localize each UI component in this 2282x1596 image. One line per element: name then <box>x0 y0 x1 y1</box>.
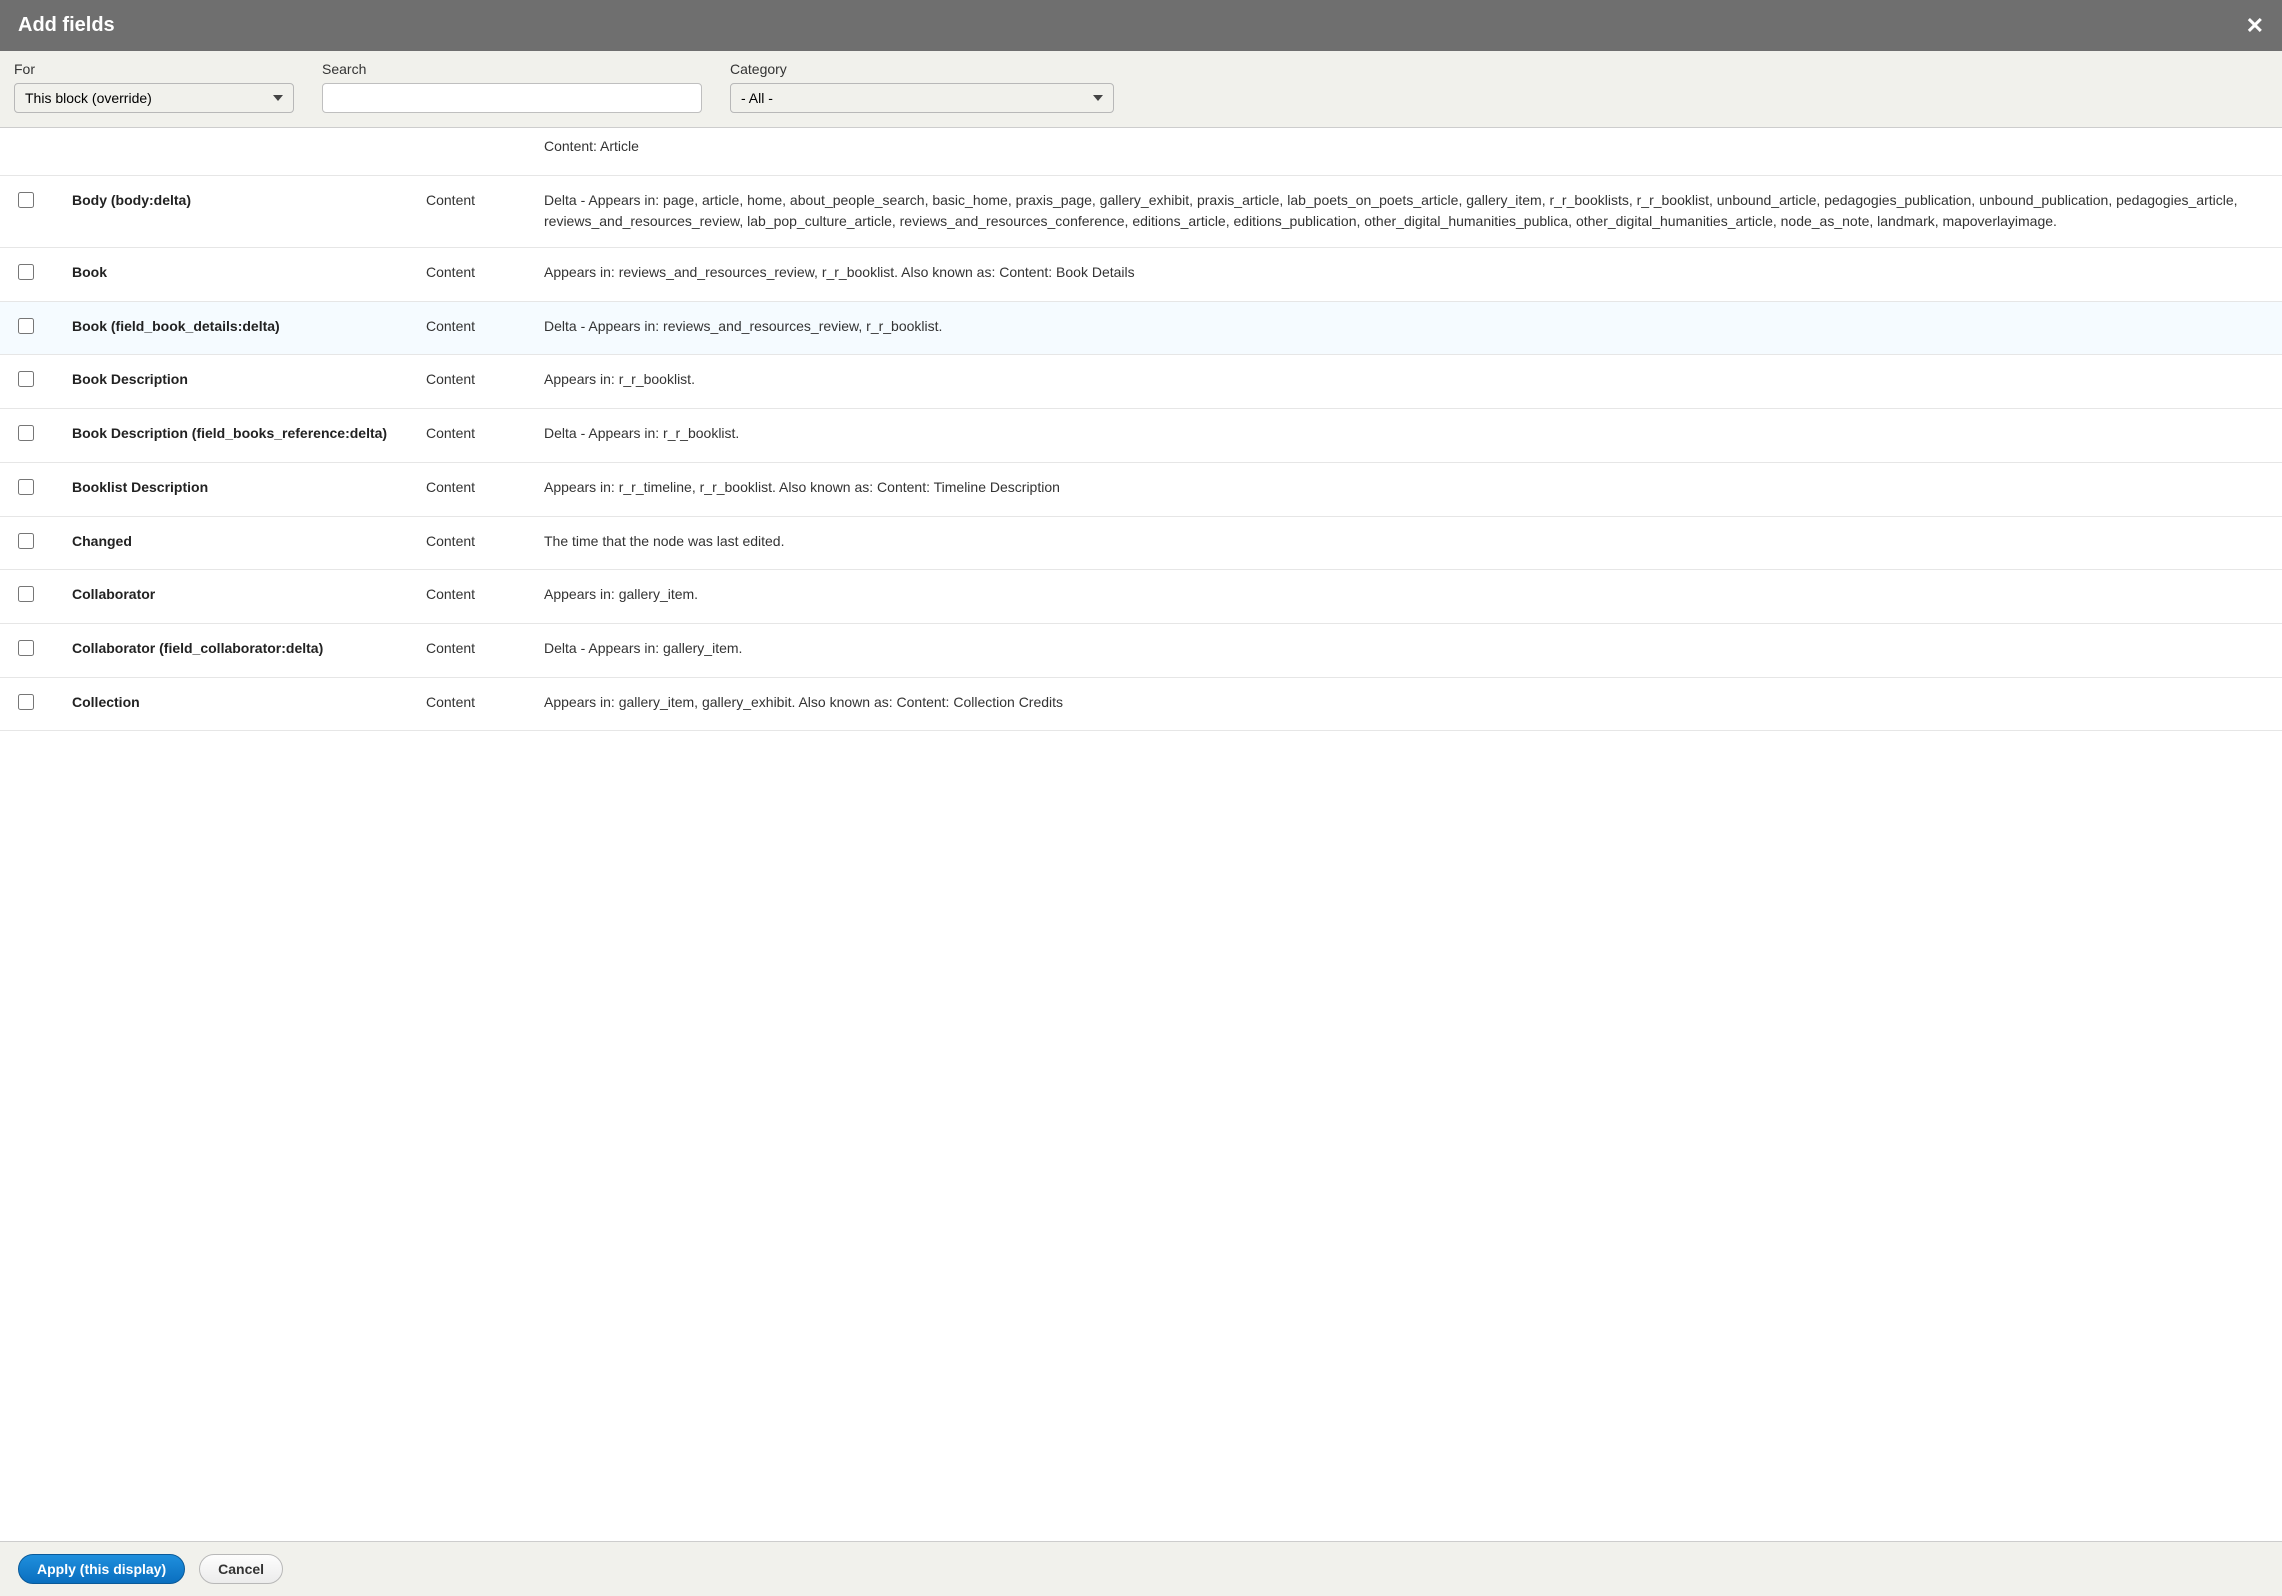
table-row[interactable]: Book DescriptionContentAppears in: r_r_b… <box>0 355 2282 409</box>
for-label: For <box>14 61 294 77</box>
field-category: Content <box>426 638 544 660</box>
row-checkbox[interactable] <box>18 425 34 441</box>
table-row[interactable]: Book (field_book_details:delta)ContentDe… <box>0 302 2282 356</box>
field-title: Book (field_book_details:delta) <box>72 316 426 338</box>
for-select[interactable]: This block (override) <box>14 83 294 113</box>
field-desc: Appears in: gallery_item, gallery_exhibi… <box>544 692 2264 714</box>
field-list[interactable]: Content: Article Body (body:delta)Conten… <box>0 128 2282 1541</box>
field-category: Content <box>426 477 544 499</box>
row-checkbox[interactable] <box>18 264 34 280</box>
field-title: Book Description <box>72 369 426 391</box>
field-category: Content <box>426 531 544 553</box>
table-row[interactable]: Body (body:delta)ContentDelta - Appears … <box>0 176 2282 248</box>
table-row[interactable]: Book Description (field_books_reference:… <box>0 409 2282 463</box>
field-title: Collection <box>72 692 426 714</box>
field-desc: Delta - Appears in: reviews_and_resource… <box>544 316 2264 338</box>
close-icon[interactable]: ✕ <box>2246 15 2264 37</box>
search-label: Search <box>322 61 702 77</box>
modal-title: Add fields <box>18 14 115 37</box>
field-desc: Delta - Appears in: page, article, home,… <box>544 190 2264 233</box>
field-category: Content <box>426 692 544 714</box>
row-checkbox[interactable] <box>18 318 34 334</box>
apply-button[interactable]: Apply (this display) <box>18 1554 185 1584</box>
table-row[interactable]: ChangedContentThe time that the node was… <box>0 517 2282 571</box>
table-row[interactable]: BookContentAppears in: reviews_and_resou… <box>0 248 2282 302</box>
filter-bar: For This block (override) Search Categor… <box>0 51 2282 128</box>
row-checkbox[interactable] <box>18 371 34 387</box>
search-input[interactable] <box>322 83 702 113</box>
filter-search: Search <box>322 61 702 113</box>
table-row[interactable]: Collaborator (field_collaborator:delta)C… <box>0 624 2282 678</box>
field-desc: Appears in: gallery_item. <box>544 584 2264 606</box>
field-category: Content <box>426 584 544 606</box>
row-checkbox[interactable] <box>18 479 34 495</box>
field-category: Content <box>426 262 544 284</box>
table-row-partial: Content: Article <box>0 128 2282 176</box>
table-row[interactable]: Booklist DescriptionContentAppears in: r… <box>0 463 2282 517</box>
row-checkbox[interactable] <box>18 640 34 656</box>
filter-for: For This block (override) <box>14 61 294 113</box>
table-row[interactable]: CollaboratorContentAppears in: gallery_i… <box>0 570 2282 624</box>
row-checkbox[interactable] <box>18 192 34 208</box>
field-title: Body (body:delta) <box>72 190 426 212</box>
category-label: Category <box>730 61 1114 77</box>
category-select[interactable]: - All - <box>730 83 1114 113</box>
field-category: Content <box>426 190 544 212</box>
field-title: Collaborator <box>72 584 426 606</box>
cancel-button[interactable]: Cancel <box>199 1554 283 1584</box>
modal-footer: Apply (this display) Cancel <box>0 1541 2282 1596</box>
filter-category: Category - All - <box>730 61 1114 113</box>
field-title: Collaborator (field_collaborator:delta) <box>72 638 426 660</box>
field-desc: Delta - Appears in: gallery_item. <box>544 638 2264 660</box>
field-desc: Content: Article <box>544 136 2264 158</box>
field-desc: Appears in: r_r_timeline, r_r_booklist. … <box>544 477 2264 499</box>
field-title: Booklist Description <box>72 477 426 499</box>
field-title: Book Description (field_books_reference:… <box>72 423 426 445</box>
table-row[interactable]: CollectionContentAppears in: gallery_ite… <box>0 678 2282 732</box>
row-checkbox[interactable] <box>18 533 34 549</box>
modal-header: Add fields ✕ <box>0 0 2282 51</box>
field-category: Content <box>426 369 544 391</box>
field-title: Changed <box>72 531 426 553</box>
row-checkbox[interactable] <box>18 694 34 710</box>
field-title: Book <box>72 262 426 284</box>
field-category: Content <box>426 423 544 445</box>
row-checkbox[interactable] <box>18 586 34 602</box>
field-desc: Appears in: r_r_booklist. <box>544 369 2264 391</box>
field-desc: Appears in: reviews_and_resources_review… <box>544 262 2264 284</box>
add-fields-modal: Add fields ✕ For This block (override) S… <box>0 0 2282 1596</box>
field-desc: Delta - Appears in: r_r_booklist. <box>544 423 2264 445</box>
field-desc: The time that the node was last edited. <box>544 531 2264 553</box>
field-category: Content <box>426 316 544 338</box>
